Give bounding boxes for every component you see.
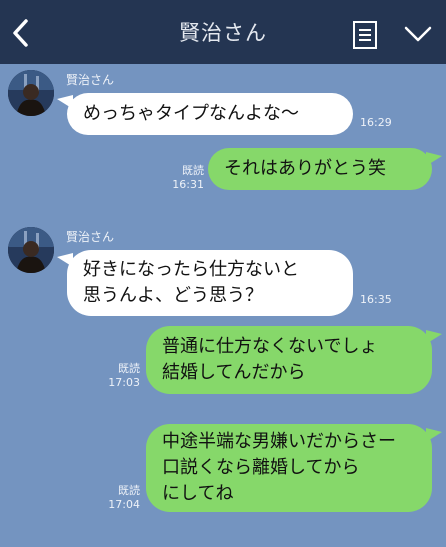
read-receipt: 既読 bbox=[182, 164, 204, 177]
avatar[interactable] bbox=[8, 70, 54, 116]
message-meta: 既読 17:03 bbox=[100, 362, 140, 390]
message-text: めっちゃタイプなんよな〜 bbox=[83, 103, 299, 124]
message-bubble-incoming[interactable]: 好きになったら仕方ないと 思うんよ、どう思う？ bbox=[67, 250, 353, 316]
expand-button[interactable] bbox=[403, 24, 433, 44]
bubble-tail bbox=[426, 428, 442, 442]
chat-header: 賢治さん bbox=[0, 0, 446, 64]
message-time: 17:03 bbox=[108, 376, 140, 389]
message-time: 16:29 bbox=[360, 116, 392, 129]
avatar-photo bbox=[8, 70, 54, 116]
sender-name: 賢治さん bbox=[66, 73, 115, 87]
sender-name: 賢治さん bbox=[66, 230, 115, 244]
avatar-photo bbox=[8, 227, 54, 273]
message-text: 中途半端な男嫌いだからさー 口説くなら離婚してから にしてね bbox=[162, 431, 396, 504]
avatar[interactable] bbox=[8, 227, 54, 273]
chat-title: 賢治さん bbox=[179, 21, 267, 45]
chevron-down-icon bbox=[404, 26, 432, 42]
message-time: 16:31 bbox=[172, 178, 204, 191]
read-receipt: 既読 bbox=[118, 362, 140, 375]
message-time: 17:04 bbox=[108, 498, 140, 511]
bubble-tail bbox=[426, 330, 442, 344]
read-receipt: 既読 bbox=[118, 484, 140, 497]
message-meta: 既読 16:31 bbox=[164, 164, 204, 192]
message-bubble-outgoing[interactable]: 普通に仕方なくないでしょ 結婚してんだから bbox=[146, 326, 432, 394]
message-bubble-outgoing[interactable]: それはありがとう笑 bbox=[208, 148, 432, 190]
message-bubble-outgoing[interactable]: 中途半端な男嫌いだからさー 口説くなら離婚してから にしてね bbox=[146, 424, 432, 512]
message-bubble-incoming[interactable]: めっちゃタイプなんよな〜 bbox=[67, 93, 353, 135]
bubble-tail bbox=[426, 152, 442, 166]
back-button[interactable] bbox=[8, 16, 34, 50]
message-time: 16:35 bbox=[360, 293, 392, 306]
message-text: それはありがとう笑 bbox=[224, 158, 386, 179]
menu-list-icon bbox=[353, 21, 377, 49]
message-meta: 既読 17:04 bbox=[100, 484, 140, 512]
menu-button[interactable] bbox=[352, 20, 378, 50]
message-text: 好きになったら仕方ないと 思うんよ、どう思う？ bbox=[83, 259, 299, 306]
chevron-left-icon bbox=[13, 19, 28, 47]
message-text: 普通に仕方なくないでしょ 結婚してんだから bbox=[162, 336, 378, 383]
